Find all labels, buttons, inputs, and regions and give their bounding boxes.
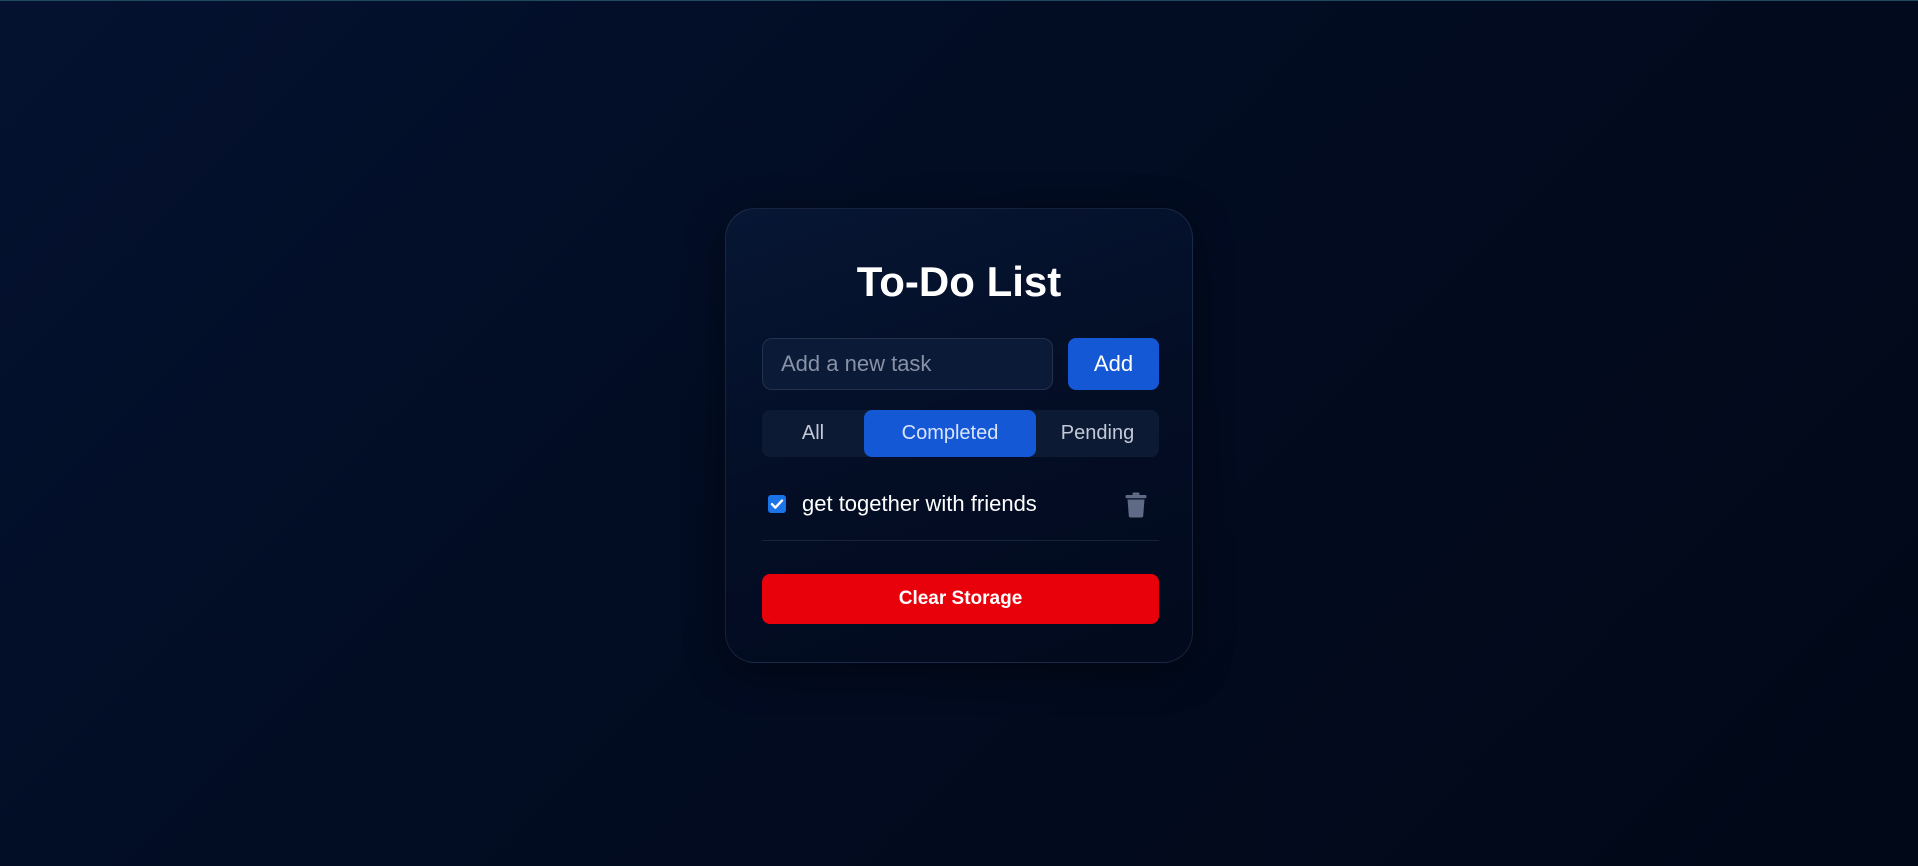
task-item: get together with friends [762,481,1159,541]
clear-storage-button[interactable]: Clear Storage [762,574,1159,624]
filter-tabs: All Completed Pending [762,410,1159,457]
task-complete-checkbox[interactable] [768,495,786,513]
new-task-input[interactable] [762,338,1053,390]
delete-task-button[interactable] [1124,492,1148,518]
checkmark-icon [770,499,784,509]
tab-all[interactable]: All [762,410,864,457]
todo-card: To-Do List Add All Completed Pending get… [725,208,1193,663]
tab-pending[interactable]: Pending [1036,410,1159,457]
add-task-button[interactable]: Add [1068,338,1159,390]
task-text: get together with friends [802,491,1037,516]
window-top-border [0,0,1918,1]
tab-completed[interactable]: Completed [864,410,1036,457]
trash-icon [1125,492,1147,518]
page-title: To-Do List [856,258,1062,305]
